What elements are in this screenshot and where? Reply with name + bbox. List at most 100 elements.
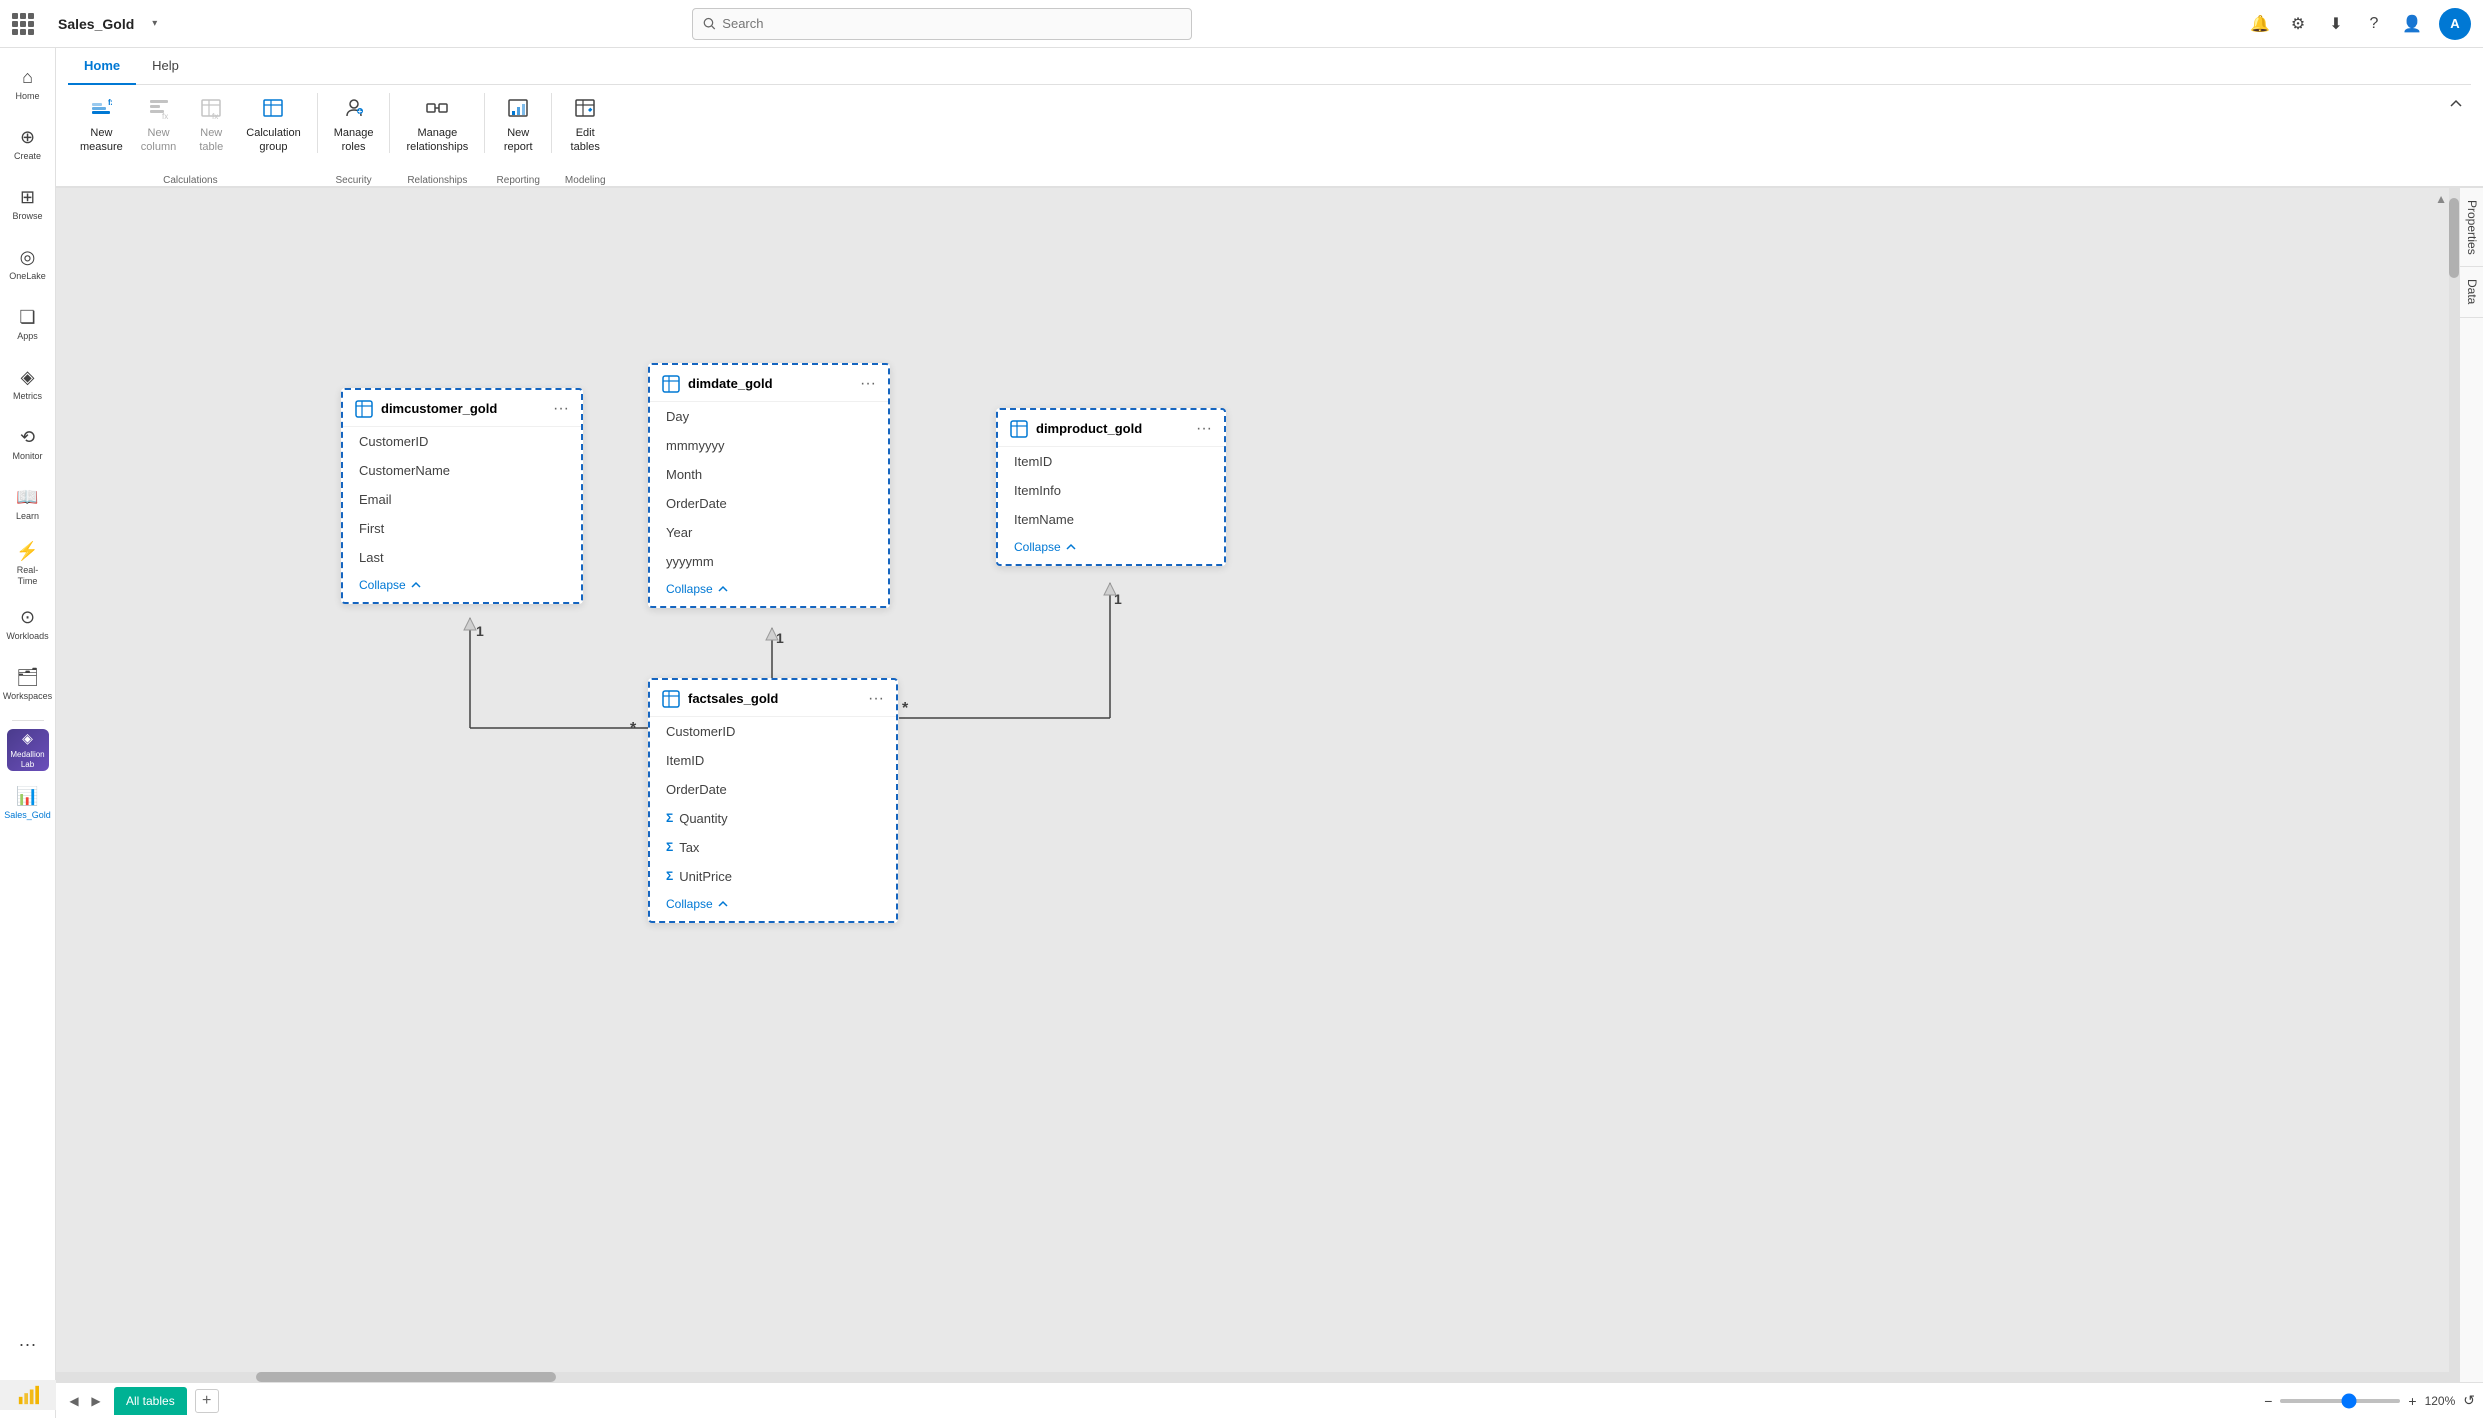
sidebar-item-salesgold[interactable]: 📊 Sales_Gold	[4, 775, 52, 831]
manage-relationships-button[interactable]: Managerelationships	[398, 93, 476, 173]
field-unitprice[interactable]: Σ UnitPrice	[650, 862, 896, 891]
manage-roles-button[interactable]: + Manageroles	[326, 93, 382, 173]
table-factsales-menu[interactable]: ···	[868, 690, 884, 708]
field-itemname[interactable]: ItemName	[998, 505, 1224, 534]
manage-roles-label: Manageroles	[334, 126, 374, 155]
calc-group-label: Calculationgroup	[246, 126, 300, 155]
field-fact-itemid[interactable]: ItemID	[650, 746, 896, 775]
field-mmmyyyy[interactable]: mmmyyyy	[650, 431, 888, 460]
field-fact-orderdate[interactable]: OrderDate	[650, 775, 896, 804]
new-report-button[interactable]: Newreport	[493, 93, 543, 173]
new-table-label: Newtable	[199, 126, 223, 155]
field-tax[interactable]: Σ Tax	[650, 833, 896, 862]
properties-panel-tab[interactable]: Properties	[2460, 188, 2483, 268]
model-canvas[interactable]: ▲ 1 *	[56, 188, 2459, 1382]
refresh-btn[interactable]: ↺	[2463, 1392, 2475, 1409]
table-dimproduct: dimproduct_gold ··· ItemID ItemInfo Item…	[996, 408, 1226, 566]
collapse-dimcustomer[interactable]: Collapse	[343, 572, 581, 602]
data-panel-tab[interactable]: Data	[2460, 267, 2483, 317]
field-yyyymm[interactable]: yyyymm	[650, 547, 888, 576]
collapse-factsales[interactable]: Collapse	[650, 891, 896, 921]
sidebar-item-workspaces[interactable]: 🗂 Workspaces	[4, 656, 52, 712]
nav-prev-btn[interactable]: ◀	[64, 1391, 84, 1411]
sidebar-workspaces-label: Workspaces	[3, 691, 52, 702]
field-fact-customerid[interactable]: CustomerID	[650, 717, 896, 746]
download-icon[interactable]: ⬇	[2325, 13, 2347, 35]
relations-svg: 1 * 1 * 1	[56, 188, 2459, 1382]
notification-icon[interactable]: 🔔	[2249, 13, 2271, 35]
zoom-plus-btn[interactable]: +	[2408, 1393, 2416, 1409]
table-dimdate-menu[interactable]: ···	[860, 375, 876, 393]
vscroll-up[interactable]: ▲	[2435, 192, 2447, 206]
collapse-dimdate[interactable]: Collapse	[650, 576, 888, 606]
field-email[interactable]: Email	[343, 485, 581, 514]
marker-arrow-cust	[464, 618, 476, 630]
app-name[interactable]: Sales_Gold	[58, 16, 134, 32]
help-icon[interactable]: ?	[2363, 13, 2385, 35]
field-last[interactable]: Last	[343, 543, 581, 572]
search-input[interactable]	[722, 16, 1181, 31]
sidebar-item-workloads[interactable]: ⊙ Workloads	[4, 596, 52, 652]
field-quantity[interactable]: Σ Quantity	[650, 804, 896, 833]
onelake-icon: ◎	[20, 247, 36, 268]
calc-group-button[interactable]: Calculationgroup	[238, 93, 308, 173]
all-tables-tab[interactable]: All tables	[114, 1387, 187, 1415]
tab-home[interactable]: Home	[68, 48, 136, 85]
edit-tables-button[interactable]: Edittables	[560, 93, 610, 173]
zoom-slider[interactable]	[2280, 1399, 2400, 1403]
search-bar	[692, 8, 1192, 40]
sidebar-item-medallion[interactable]: ◈ Medallion Lab	[7, 729, 49, 771]
sidebar-item-onelake[interactable]: ◎ OneLake	[4, 236, 52, 292]
v-scrollbar[interactable]	[2449, 188, 2459, 1372]
modeling-group-name: Modeling	[560, 173, 610, 186]
table-dimproduct-menu[interactable]: ···	[1196, 420, 1212, 438]
more-icon: ···	[19, 1334, 37, 1355]
sidebar-item-browse[interactable]: ⊞ Browse	[4, 176, 52, 232]
zoom-minus-btn[interactable]: −	[2264, 1393, 2272, 1409]
field-itemid[interactable]: ItemID	[998, 447, 1224, 476]
settings-icon[interactable]: ⚙	[2287, 13, 2309, 35]
h-scrollbar[interactable]	[56, 1372, 2459, 1382]
powerbi-logo	[0, 1380, 56, 1410]
svg-text:fx: fx	[108, 98, 112, 107]
grid-menu-icon[interactable]	[12, 13, 46, 35]
sidebar-item-create[interactable]: ⊕ Create	[4, 116, 52, 172]
field-first[interactable]: First	[343, 514, 581, 543]
table-dimcustomer-menu[interactable]: ···	[553, 400, 569, 418]
sidebar-item-apps[interactable]: ❏ Apps	[4, 296, 52, 352]
new-measure-button[interactable]: fx Newmeasure	[72, 93, 131, 173]
h-scrollbar-thumb[interactable]	[256, 1372, 556, 1382]
avatar[interactable]: A	[2439, 8, 2471, 40]
zoom-level-label: 120%	[2425, 1394, 2456, 1408]
field-customername[interactable]: CustomerName	[343, 456, 581, 485]
field-year[interactable]: Year	[650, 518, 888, 547]
tab-help[interactable]: Help	[136, 48, 195, 85]
v-scrollbar-thumb[interactable]	[2449, 198, 2459, 278]
zoom-controls: − + 120% ↺	[2264, 1392, 2475, 1409]
sidebar-item-learn[interactable]: 📖 Learn	[4, 476, 52, 532]
ribbon-collapse-btn[interactable]	[2445, 93, 2467, 118]
manage-relationships-icon	[426, 97, 448, 123]
content-area: Home Help fx Newmeasure	[56, 48, 2483, 1418]
waffle-icon[interactable]	[12, 13, 34, 35]
field-month[interactable]: Month	[650, 460, 888, 489]
collapse-dimproduct[interactable]: Collapse	[998, 534, 1224, 564]
sidebar-item-realtime[interactable]: ⚡ Real-Time	[4, 536, 52, 592]
share-icon[interactable]: 👤	[2401, 13, 2423, 35]
add-tab-button[interactable]: +	[195, 1389, 219, 1413]
collapse-factsales-icon	[717, 898, 729, 910]
new-table-button[interactable]: fx Newtable	[186, 93, 236, 173]
app-dropdown-arrow[interactable]: ▾	[152, 18, 157, 29]
nav-next-btn[interactable]: ▶	[86, 1391, 106, 1411]
sidebar-item-monitor[interactable]: ⟲ Monitor	[4, 416, 52, 472]
field-orderdate[interactable]: OrderDate	[650, 489, 888, 518]
all-tables-label: All tables	[126, 1394, 175, 1408]
sidebar-more[interactable]: ···	[4, 1316, 52, 1372]
field-customerid[interactable]: CustomerID	[343, 427, 581, 456]
new-column-button[interactable]: fx Newcolumn	[133, 93, 184, 173]
sidebar-item-metrics[interactable]: ◈ Metrics	[4, 356, 52, 412]
sidebar-item-home[interactable]: ⌂ Home	[4, 56, 52, 112]
field-iteminfo[interactable]: ItemInfo	[998, 476, 1224, 505]
field-day[interactable]: Day	[650, 402, 888, 431]
medallion-icon: ◈	[22, 730, 33, 747]
